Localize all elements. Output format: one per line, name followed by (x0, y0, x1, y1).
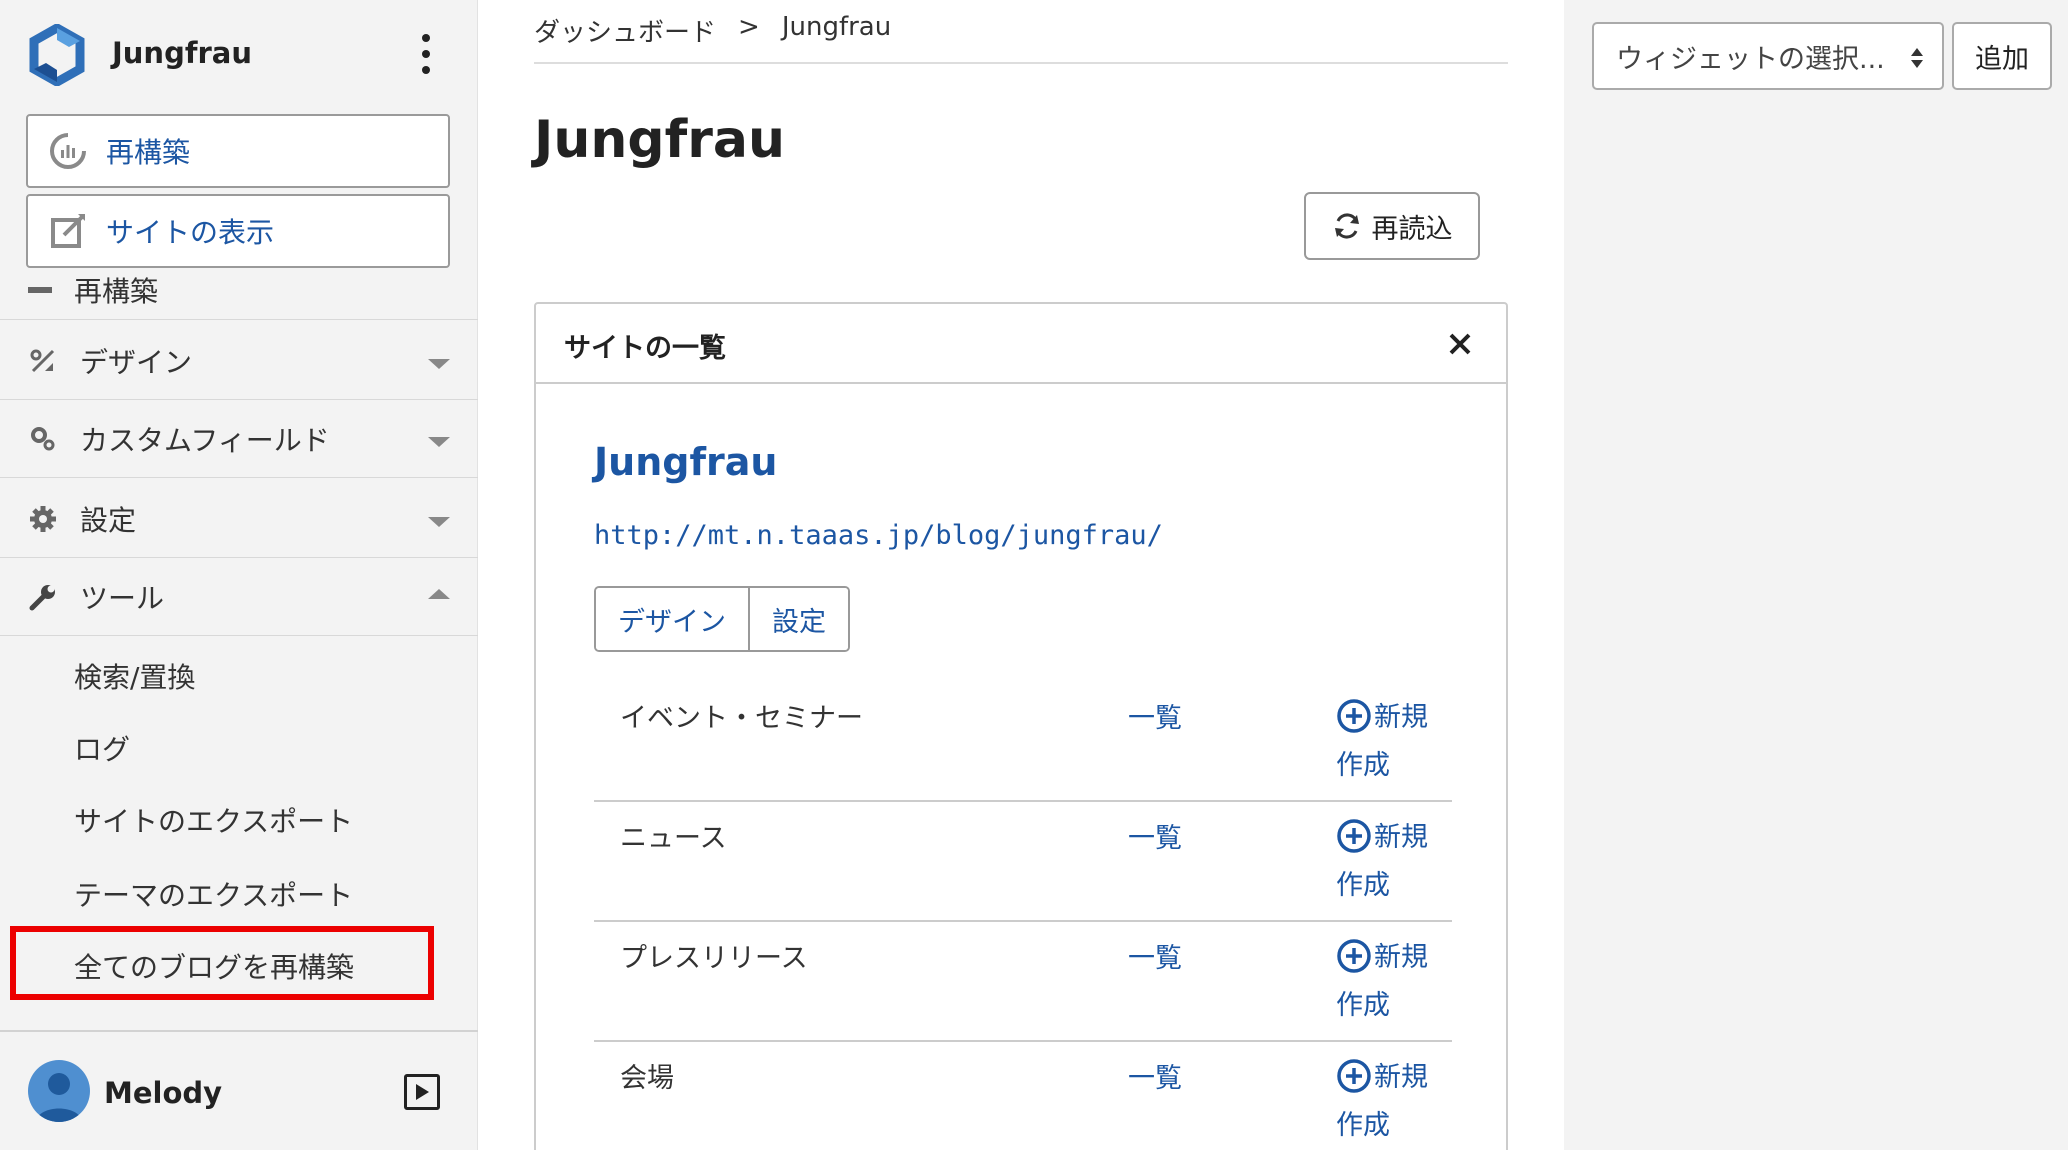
sidebar-item-label: カスタムフィールド (80, 423, 330, 457)
sidebar-item-label: 設定 (80, 503, 137, 537)
plus-circle-icon (1337, 938, 1371, 973)
sidebar: Jungfrau 再構築 サイトの表示 再構築 デザイン カスタムフィールド 設… (0, 0, 478, 1150)
external-edit-icon (48, 211, 88, 251)
clipped-item-icon (28, 287, 52, 293)
sidebar-item-tools[interactable]: ツール (0, 558, 478, 636)
reload-label: 再読込 (1371, 213, 1453, 245)
sidebar-item-label: デザイン (80, 345, 193, 379)
play-icon[interactable] (404, 1074, 440, 1110)
design-button[interactable]: デザイン (596, 588, 748, 650)
content-type-row: 会場 一覧 新規作成 (594, 1042, 1452, 1150)
gear-icon (28, 504, 58, 534)
sidebar-item-design[interactable]: デザイン (0, 322, 478, 400)
chevron-down-icon (428, 436, 450, 447)
widget-panel: ウィジェットの選択... 追加 (1564, 0, 2068, 1150)
site-list-widget: サイトの一覧 Jungfrau http://mt.n.taaas.jp/blo… (534, 302, 1508, 1150)
site-url-link[interactable]: http://mt.n.taaas.jp/blog/jungfrau/ (594, 520, 1163, 551)
content-type-name: ニュース (620, 823, 727, 854)
new-link[interactable]: 新規作成 (1336, 934, 1436, 1030)
plus-circle-icon (1337, 1058, 1371, 1093)
sidebar-item-clipped[interactable]: 再構築 (0, 276, 478, 320)
page-title: Jungfrau (534, 110, 785, 170)
widget-title: サイトの一覧 (564, 333, 726, 364)
rebuild-icon (48, 131, 88, 171)
breadcrumb-dashboard[interactable]: ダッシュボード (534, 12, 716, 49)
mt-logo-icon (29, 24, 85, 86)
list-link[interactable]: 一覧 (1128, 1056, 1182, 1095)
content-type-row: プレスリリース 一覧 新規作成 (594, 922, 1452, 1042)
chevron-up-icon (428, 588, 450, 599)
site-header: Jungfrau (0, 0, 478, 108)
select-arrows-icon (1911, 48, 1923, 68)
list-link[interactable]: 一覧 (1128, 696, 1182, 735)
content-type-row: イベント・セミナー 一覧 新規作成 (594, 682, 1452, 802)
sidebar-item-settings[interactable]: 設定 (0, 480, 478, 558)
settings-button[interactable]: 設定 (748, 588, 848, 650)
site-title-link[interactable]: Jungfrau (594, 440, 777, 484)
breadcrumb: ダッシュボード > Jungfrau (534, 12, 891, 49)
new-link[interactable]: 新規作成 (1336, 1054, 1436, 1150)
submenu-export-site[interactable]: サイトのエクスポート (74, 800, 353, 840)
widget-select[interactable]: ウィジェットの選択... (1592, 22, 1944, 90)
divider (0, 1030, 478, 1032)
chevron-down-icon (428, 516, 450, 527)
list-link[interactable]: 一覧 (1128, 816, 1182, 855)
submenu-rebuild-all-blogs[interactable]: 全てのブログを再構築 (74, 946, 354, 986)
submenu-search-replace[interactable]: 検索/置換 (74, 656, 195, 696)
view-site-label: サイトの表示 (106, 216, 275, 249)
rebuild-button[interactable]: 再構築 (26, 114, 450, 188)
new-link[interactable]: 新規作成 (1336, 694, 1436, 790)
avatar[interactable] (28, 1060, 90, 1122)
clipped-item-label: 再構築 (74, 276, 159, 308)
close-icon[interactable] (1448, 332, 1472, 356)
breadcrumb-current: Jungfrau (781, 12, 892, 42)
breadcrumb-separator: > (738, 12, 760, 42)
plus-circle-icon (1337, 818, 1371, 853)
custom-fields-icon (28, 424, 58, 454)
site-name[interactable]: Jungfrau (112, 36, 252, 70)
sidebar-item-label: ツール (80, 581, 165, 615)
list-link[interactable]: 一覧 (1128, 936, 1182, 975)
submenu-export-theme[interactable]: テーマのエクスポート (74, 874, 353, 914)
reload-button[interactable]: 再読込 (1304, 192, 1480, 260)
rebuild-label: 再構築 (106, 136, 191, 169)
submenu-log[interactable]: ログ (74, 728, 130, 768)
refresh-icon (1334, 213, 1359, 239)
widget-select-value: ウィジェットの選択... (1616, 43, 1885, 75)
content-type-name: イベント・セミナー (620, 703, 863, 734)
divider (534, 62, 1508, 64)
view-site-button[interactable]: サイトの表示 (26, 194, 450, 268)
wrench-icon (28, 582, 58, 612)
sidebar-item-custom-fields[interactable]: カスタムフィールド (0, 400, 478, 478)
widget-header: サイトの一覧 (536, 304, 1506, 384)
design-icon (28, 346, 58, 376)
new-link[interactable]: 新規作成 (1336, 814, 1436, 910)
site-menu-kebab-icon[interactable] (414, 34, 438, 74)
user-name[interactable]: Melody (104, 1076, 222, 1110)
plus-circle-icon (1337, 698, 1371, 733)
content-type-row: ニュース 一覧 新規作成 (594, 802, 1452, 922)
content-type-name: プレスリリース (620, 943, 808, 974)
chevron-down-icon (428, 358, 450, 369)
add-widget-button[interactable]: 追加 (1952, 22, 2052, 90)
content-type-name: 会場 (620, 1063, 674, 1094)
site-button-group: デザイン 設定 (594, 586, 850, 652)
